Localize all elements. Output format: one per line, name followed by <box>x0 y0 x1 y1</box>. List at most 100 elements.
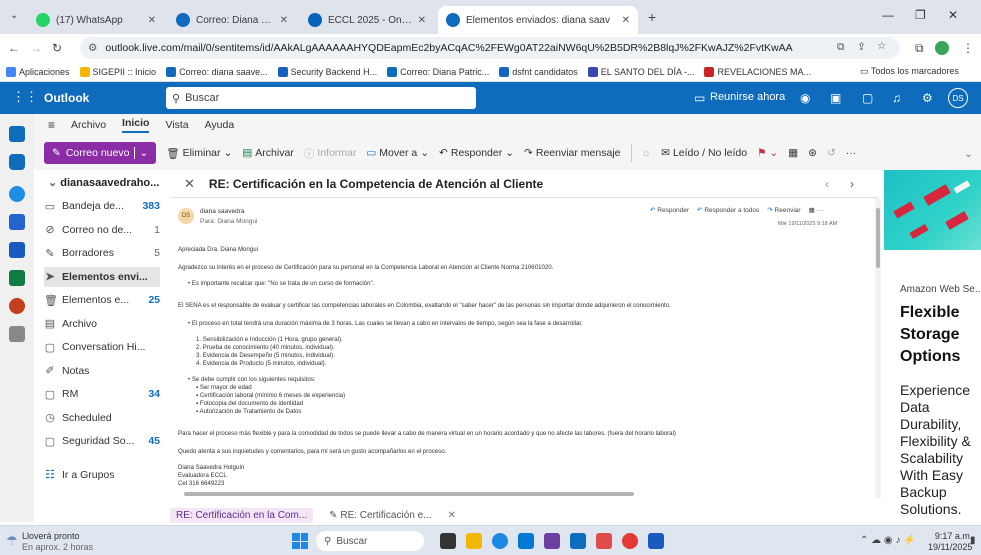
share-icon[interactable]: ⇪ <box>857 41 866 53</box>
weather-widget[interactable]: Lloverá pronto En aprox. 2 horas <box>22 531 93 553</box>
more-actions-button[interactable]: ··· <box>846 147 857 159</box>
bookmark-5[interactable]: Correo: Diana Patric... <box>387 66 489 77</box>
light-icon[interactable]: ☼ <box>642 147 652 159</box>
store-icon[interactable] <box>518 533 534 549</box>
folder-item[interactable]: ◷ Scheduled <box>44 408 160 428</box>
folder-item[interactable]: 🗑 Elementos e... 25 <box>44 290 160 310</box>
system-tray[interactable]: ⌃ ☁ ◉ ♪ ⚡ <box>860 535 916 546</box>
browser-menu-icon[interactable]: ⋮ <box>962 41 974 55</box>
message-action-1[interactable]: ↶ Responder <box>650 207 689 215</box>
bookmark-3[interactable]: Correo: diana saave... <box>166 66 268 77</box>
calendar-app-icon[interactable] <box>9 154 25 170</box>
hamburger-icon[interactable]: ≡ <box>48 118 55 132</box>
ad-pane[interactable]: Amazon Web Se... Flexible Storage Option… <box>884 170 981 522</box>
gear-icon[interactable]: ⚙ <box>922 91 933 105</box>
reading-scrollbar-thumb[interactable] <box>876 208 880 268</box>
close-tab-icon[interactable]: ✕ <box>418 15 426 26</box>
taskbar-search-input[interactable]: ⚲ Buscar <box>316 531 424 551</box>
task-view-icon[interactable] <box>440 533 456 549</box>
outlook-brand[interactable]: Outlook <box>44 91 89 105</box>
edge-icon[interactable] <box>492 533 508 549</box>
message-action-3[interactable]: ↷ Reenviar <box>767 207 800 215</box>
next-message-icon[interactable]: › <box>850 177 854 191</box>
browser-tab-1[interactable]: (17) WhatsApp ✕ <box>28 6 164 34</box>
message-more-icon[interactable]: ▦ ··· <box>809 207 823 215</box>
all-bookmarks-link[interactable]: ▭ Todos los marcadores <box>860 66 959 77</box>
folder-item[interactable]: ▢ Conversation Hi... <box>44 337 160 357</box>
new-mail-button[interactable]: ✎ Correo nuevo ⌄ <box>44 142 157 164</box>
bookmark-4[interactable]: Security Backend H... <box>277 66 377 77</box>
cast-icon[interactable]: ⧉ <box>837 41 845 54</box>
ribbon-expand-icon[interactable]: ⌄ <box>964 148 973 160</box>
word-taskbar-icon[interactable] <box>648 533 664 549</box>
sender-name[interactable]: diana saavedra <box>200 208 244 216</box>
mail-app-icon[interactable] <box>9 126 25 142</box>
chevron-down-icon[interactable]: ⌄ <box>134 147 148 159</box>
close-draft-icon[interactable]: ✕ <box>448 510 456 521</box>
bell-icon[interactable]: ♫ <box>892 91 901 105</box>
address-bar[interactable]: ⚙ outlook.live.com/mail/0/sentitems/id/A… <box>80 37 900 59</box>
reply-button[interactable]: ↶ Responder ⌄ <box>439 147 514 159</box>
meet-now-icon[interactable]: ▭ <box>694 91 705 105</box>
read-unread-button[interactable]: ✉ Leído / No leído <box>661 147 747 159</box>
excel-app-icon[interactable] <box>9 270 25 286</box>
folder-item[interactable]: ☷ Ir a Grupos <box>44 465 160 485</box>
folder-item[interactable]: ▢ RM 34 <box>44 384 160 404</box>
archive-button[interactable]: ▤ Archivar <box>242 147 293 159</box>
tab-search-icon[interactable]: ⌄ <box>10 10 18 21</box>
avatar[interactable]: DS <box>948 88 968 108</box>
mail-search-input[interactable]: ⚲ Buscar <box>166 87 476 109</box>
file-explorer-icon[interactable] <box>466 533 482 549</box>
bookmark-1[interactable]: Aplicaciones <box>6 66 70 77</box>
word-app-icon[interactable] <box>9 242 25 258</box>
folder-item[interactable]: ✎ Borradores 5 <box>44 243 160 263</box>
reload-icon[interactable]: ↻ <box>52 41 62 55</box>
report-button[interactable]: ⓘ Informar <box>304 146 357 161</box>
draft-tab-1[interactable]: RE: Certificación en la Com... <box>170 507 314 523</box>
bookmark-2[interactable]: SIGEPII :: Inicio <box>79 66 156 77</box>
account-header[interactable]: ⌄ dianasaavedraho... <box>48 176 159 189</box>
bookmark-star-icon[interactable]: ☆ <box>877 40 886 52</box>
taskbar-clock[interactable]: 9:17 a.m. 19/11/2025 <box>928 531 972 553</box>
site-info-icon[interactable]: ⚙ <box>88 42 97 54</box>
xd-icon[interactable] <box>544 533 560 549</box>
folder-item[interactable]: ▤ Archivo <box>44 314 160 334</box>
ribbon-tab-inicio[interactable]: Inicio <box>122 117 150 133</box>
ribbon-tab-vista[interactable]: Vista <box>165 119 188 131</box>
tag-icon[interactable]: ⊛ <box>808 147 817 159</box>
browser-tab-4[interactable]: Elementos enviados: diana saav ✕ <box>438 6 638 34</box>
word-icon[interactable]: ▣ <box>830 91 841 105</box>
close-tab-icon[interactable]: ✕ <box>280 15 288 26</box>
back-icon[interactable]: ← <box>8 41 20 55</box>
ribbon-tab-ayuda[interactable]: Ayuda <box>205 119 235 131</box>
folder-item[interactable]: ▢ Seguridad So... 45 <box>44 431 160 451</box>
browser-tab-2[interactable]: Correo: Diana Patricia Savedra ✕ <box>168 6 296 34</box>
extensions-icon[interactable]: ⧉ <box>915 41 924 56</box>
delete-button[interactable]: 🗑 Eliminar ⌄ <box>166 147 232 160</box>
bookmark-7[interactable]: EL SANTO DEL DÍA -... <box>587 66 694 77</box>
forward-icon[interactable]: → <box>30 41 42 55</box>
move-to-button[interactable]: ▭ Mover a ⌄ <box>366 147 429 159</box>
close-tab-icon[interactable]: ✕ <box>148 15 156 26</box>
browser-tab-3[interactable]: ECCL 2025 - OneDrive ✕ <box>300 6 434 34</box>
start-icon[interactable] <box>292 533 308 549</box>
forward-button[interactable]: ↷ Reenviar mensaje <box>524 147 620 159</box>
flag-icon[interactable]: ⚑ ⌄ <box>757 147 778 159</box>
undo-icon[interactable]: ↺ <box>827 147 836 159</box>
weather-icon[interactable]: ☂ <box>6 533 18 549</box>
folder-item[interactable]: ✐ Notas <box>44 361 160 381</box>
draft-tab-2[interactable]: ✎ RE: Certificación e... <box>323 507 438 523</box>
folder-item[interactable]: ▭ Bandeja de... 383 <box>44 196 160 216</box>
ribbon-tab-archivo[interactable]: Archivo <box>71 119 106 131</box>
powerpoint-app-icon[interactable] <box>9 298 25 314</box>
more-apps-icon[interactable] <box>9 326 25 342</box>
grid-icon[interactable]: ▦ <box>788 147 798 159</box>
teams-taskbar-icon[interactable] <box>596 533 612 549</box>
profile-icon[interactable] <box>935 41 949 55</box>
folder-item[interactable]: ⊘ Correo no de... 1 <box>44 220 160 240</box>
close-message-icon[interactable]: ✕ <box>184 176 195 192</box>
message-action-2[interactable]: ↶ Responder a todos <box>697 207 759 215</box>
teams-icon[interactable]: ◉ <box>800 91 810 105</box>
bookmark-6[interactable]: dsfnt candidatos <box>499 66 578 77</box>
horizontal-scrollbar-thumb[interactable] <box>184 492 634 496</box>
